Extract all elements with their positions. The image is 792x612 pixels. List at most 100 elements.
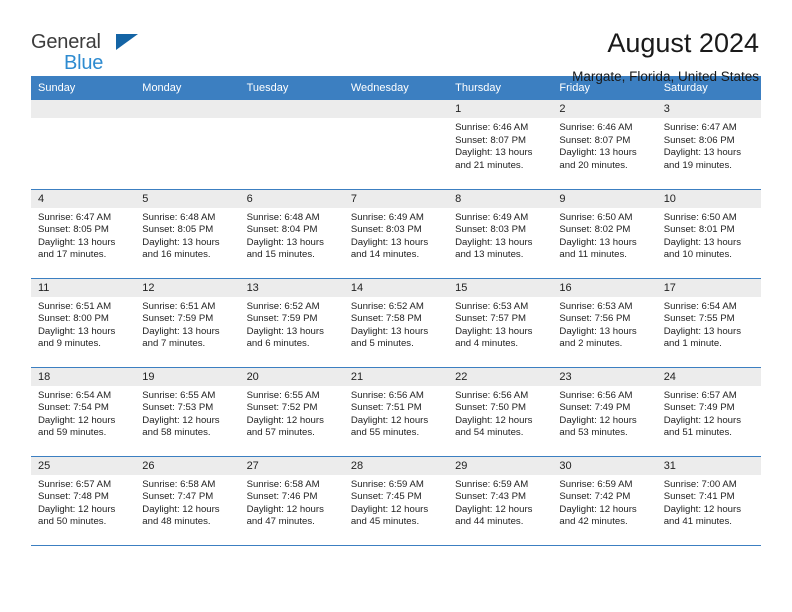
calendar-day-cell[interactable]: 26 Sunrise: 6:58 AM Sunset: 7:47 PM Dayligh… xyxy=(135,456,240,546)
sunrise-time: Sunrise: 6:48 AM xyxy=(142,211,216,223)
calendar-day-cell[interactable]: 10 Sunrise: 6:50 AM Sunset: 8:01 PM Dayligh… xyxy=(656,189,761,279)
day-cell-inner xyxy=(31,100,136,189)
daylight-duration-line1: Daylight: 13 hours xyxy=(455,147,533,159)
calendar-day-cell[interactable]: 6 Sunrise: 6:48 AM Sunset: 8:04 PM Daylight… xyxy=(239,189,344,279)
day-number: 4 xyxy=(31,189,136,208)
daylight-duration-line2: and 57 minutes. xyxy=(246,427,315,439)
daylight-duration-line2: and 11 minutes. xyxy=(559,249,627,261)
daylight-duration-line1: Daylight: 12 hours xyxy=(559,414,637,426)
daylight-duration-line2: and 10 minutes. xyxy=(663,249,732,261)
day-details: Sunrise: 6:48 AM Sunset: 8:04 PM Daylight:… xyxy=(240,208,344,262)
calendar-day-cell[interactable]: 24 Sunrise: 6:57 AM Sunset: 7:49 PM Dayligh… xyxy=(656,367,761,457)
calendar-day-cell[interactable]: 17 Sunrise: 6:54 AM Sunset: 7:55 PM Dayligh… xyxy=(656,278,761,368)
calendar-day-cell[interactable]: 25 Sunrise: 6:57 AM Sunset: 7:48 PM Dayligh… xyxy=(31,456,136,546)
daylight-duration-line1: Daylight: 12 hours xyxy=(350,414,429,426)
calendar-day-cell[interactable]: 14 Sunrise: 6:52 AM Sunset: 7:58 PM Dayligh… xyxy=(343,278,449,368)
daylight-duration-line2: and 4 minutes. xyxy=(455,338,519,350)
sunset-time: Sunset: 7:46 PM xyxy=(246,491,318,503)
day-cell-inner: 1 Sunrise: 6:46 AM Sunset: 8:07 PM Daylight… xyxy=(448,100,553,189)
day-cell-inner: 28 Sunrise: 6:59 AM Sunset: 7:45 PM Dayligh… xyxy=(343,456,449,545)
calendar-day-cell[interactable]: 27 Sunrise: 6:58 AM Sunset: 7:46 PM Dayligh… xyxy=(239,456,344,546)
day-details: Sunrise: 6:50 AM Sunset: 8:02 PM Daylight:… xyxy=(552,208,656,262)
calendar-day-cell[interactable]: 8 Sunrise: 6:49 AM Sunset: 8:03 PM Daylight… xyxy=(448,189,553,279)
calendar-day-cell-empty xyxy=(135,100,240,190)
daylight-duration-line1: Daylight: 13 hours xyxy=(559,147,637,159)
sunrise-time: Sunrise: 6:53 AM xyxy=(455,300,529,312)
generalblue-logo[interactable]: General Blue xyxy=(31,28,161,74)
day-details: Sunrise: 6:59 AM Sunset: 7:45 PM Daylight:… xyxy=(344,475,448,529)
day-details: Sunrise: 6:57 AM Sunset: 7:49 PM Daylight:… xyxy=(657,386,761,440)
day-number: 27 xyxy=(239,456,344,475)
calendar-day-cell[interactable]: 31 Sunrise: 7:00 AM Sunset: 7:41 PM Dayligh… xyxy=(656,456,761,546)
calendar-day-cell[interactable]: 16 Sunrise: 6:53 AM Sunset: 7:56 PM Dayligh… xyxy=(552,278,657,368)
calendar-day-cell[interactable]: 12 Sunrise: 6:51 AM Sunset: 7:59 PM Dayligh… xyxy=(135,278,240,368)
sunrise-time: Sunrise: 6:59 AM xyxy=(350,478,424,490)
daylight-duration-line1: Daylight: 13 hours xyxy=(559,325,637,337)
daylight-duration-line1: Daylight: 13 hours xyxy=(38,236,116,248)
sunset-time: Sunset: 7:52 PM xyxy=(246,402,318,414)
day-cell-inner: 10 Sunrise: 6:50 AM Sunset: 8:01 PM Dayligh… xyxy=(656,189,761,278)
calendar-day-cell[interactable]: 11 Sunrise: 6:51 AM Sunset: 8:00 PM Dayligh… xyxy=(31,278,136,368)
day-details: Sunrise: 6:58 AM Sunset: 7:47 PM Daylight:… xyxy=(135,475,239,529)
calendar-day-cell[interactable]: 20 Sunrise: 6:55 AM Sunset: 7:52 PM Dayligh… xyxy=(239,367,344,457)
day-cell-inner: 18 Sunrise: 6:54 AM Sunset: 7:54 PM Dayligh… xyxy=(31,367,136,456)
calendar-day-cell[interactable]: 9 Sunrise: 6:50 AM Sunset: 8:02 PM Daylight… xyxy=(552,189,657,279)
calendar-day-cell[interactable]: 29 Sunrise: 6:59 AM Sunset: 7:43 PM Dayligh… xyxy=(448,456,553,546)
sunset-time: Sunset: 7:59 PM xyxy=(246,313,318,325)
day-cell-inner: 30 Sunrise: 6:59 AM Sunset: 7:42 PM Dayligh… xyxy=(552,456,657,545)
calendar-day-cell[interactable]: 28 Sunrise: 6:59 AM Sunset: 7:45 PM Dayligh… xyxy=(343,456,449,546)
calendar-day-cell[interactable]: 15 Sunrise: 6:53 AM Sunset: 7:57 PM Dayligh… xyxy=(448,278,553,368)
day-number: 15 xyxy=(448,278,553,297)
calendar-page: General Blue August 2024 Margate, Florid… xyxy=(0,0,792,612)
day-cell-inner: 22 Sunrise: 6:56 AM Sunset: 7:50 PM Dayligh… xyxy=(448,367,553,456)
page-header: General Blue August 2024 Margate, Florid… xyxy=(31,0,761,84)
calendar-day-cell[interactable]: 2 Sunrise: 6:46 AM Sunset: 8:07 PM Daylight… xyxy=(552,100,657,190)
day-details: Sunrise: 6:56 AM Sunset: 7:50 PM Daylight:… xyxy=(448,386,552,440)
daylight-duration-line2: and 16 minutes. xyxy=(142,249,211,261)
sunset-time: Sunset: 7:57 PM xyxy=(455,313,527,325)
daylight-duration-line2: and 15 minutes. xyxy=(246,249,315,261)
sunrise-time: Sunrise: 6:52 AM xyxy=(350,300,424,312)
calendar-day-cell[interactable]: 23 Sunrise: 6:56 AM Sunset: 7:49 PM Dayligh… xyxy=(552,367,657,457)
day-cell-inner: 14 Sunrise: 6:52 AM Sunset: 7:58 PM Dayligh… xyxy=(343,278,449,367)
logo-triangle-icon xyxy=(116,34,138,50)
calendar-week-row: 11 Sunrise: 6:51 AM Sunset: 8:00 PM Dayligh… xyxy=(31,278,761,368)
day-cell-inner: 26 Sunrise: 6:58 AM Sunset: 7:47 PM Dayligh… xyxy=(135,456,240,545)
day-number: 20 xyxy=(239,367,344,386)
daylight-duration-line1: Daylight: 13 hours xyxy=(455,325,533,337)
calendar-day-cell[interactable]: 19 Sunrise: 6:55 AM Sunset: 7:53 PM Dayligh… xyxy=(135,367,240,457)
day-number: 16 xyxy=(552,278,657,297)
daylight-duration-line1: Daylight: 13 hours xyxy=(559,236,637,248)
daylight-duration-line1: Daylight: 12 hours xyxy=(663,414,742,426)
day-details: Sunrise: 6:58 AM Sunset: 7:46 PM Daylight:… xyxy=(240,475,344,529)
calendar-day-cell[interactable]: 21 Sunrise: 6:56 AM Sunset: 7:51 PM Dayligh… xyxy=(343,367,449,457)
calendar-day-cell[interactable]: 4 Sunrise: 6:47 AM Sunset: 8:05 PM Daylight… xyxy=(31,189,136,279)
day-details: Sunrise: 6:49 AM Sunset: 8:03 PM Daylight:… xyxy=(448,208,552,262)
calendar-day-cell[interactable]: 5 Sunrise: 6:48 AM Sunset: 8:05 PM Daylight… xyxy=(135,189,240,279)
sunrise-time: Sunrise: 6:49 AM xyxy=(455,211,529,223)
sunrise-time: Sunrise: 6:56 AM xyxy=(559,389,633,401)
calendar-day-cell[interactable]: 18 Sunrise: 6:54 AM Sunset: 7:54 PM Dayligh… xyxy=(31,367,136,457)
daylight-duration-line2: and 5 minutes. xyxy=(350,338,414,350)
daylight-duration-line2: and 53 minutes. xyxy=(559,427,628,439)
calendar-day-cell[interactable]: 7 Sunrise: 6:49 AM Sunset: 8:03 PM Daylight… xyxy=(343,189,449,279)
title-block: August 2024 Margate, Florida, United Sta… xyxy=(572,28,761,87)
day-details: Sunrise: 7:00 AM Sunset: 7:41 PM Daylight:… xyxy=(657,475,761,529)
day-number: 12 xyxy=(135,278,240,297)
day-number: 2 xyxy=(552,100,657,118)
calendar-day-cell[interactable]: 30 Sunrise: 6:59 AM Sunset: 7:42 PM Dayligh… xyxy=(552,456,657,546)
daylight-duration-line2: and 59 minutes. xyxy=(38,427,107,439)
logo-text-general: General xyxy=(31,31,101,53)
calendar-day-cell[interactable]: 22 Sunrise: 6:56 AM Sunset: 7:50 PM Dayligh… xyxy=(448,367,553,457)
calendar-day-cell[interactable]: 13 Sunrise: 6:52 AM Sunset: 7:59 PM Dayligh… xyxy=(239,278,344,368)
sunset-time: Sunset: 7:41 PM xyxy=(663,491,735,503)
daylight-duration-line1: Daylight: 12 hours xyxy=(455,503,533,515)
calendar-day-cell[interactable]: 3 Sunrise: 6:47 AM Sunset: 8:06 PM Daylight… xyxy=(656,100,761,190)
sunrise-time: Sunrise: 6:51 AM xyxy=(38,300,112,312)
sunrise-time: Sunrise: 6:52 AM xyxy=(246,300,320,312)
calendar-day-cell[interactable]: 1 Sunrise: 6:46 AM Sunset: 8:07 PM Daylight… xyxy=(448,100,553,190)
sunset-time: Sunset: 8:05 PM xyxy=(142,224,214,236)
day-number: 9 xyxy=(552,189,657,208)
sunrise-time: Sunrise: 6:54 AM xyxy=(663,300,737,312)
daylight-duration-line2: and 21 minutes. xyxy=(455,159,524,171)
